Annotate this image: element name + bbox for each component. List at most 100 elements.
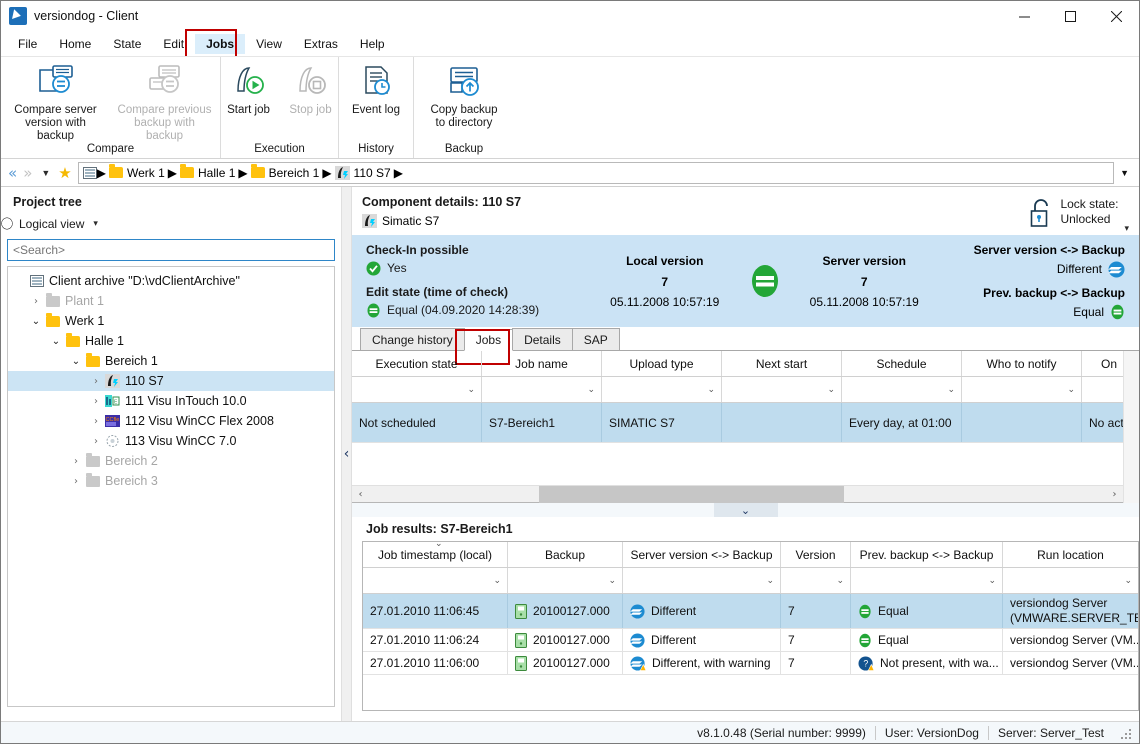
breadcrumb-item-halle1[interactable]: Halle 1: [177, 164, 238, 180]
menu-item-state[interactable]: State: [102, 34, 152, 54]
scroll-right-icon[interactable]: ›: [1106, 489, 1123, 500]
tree-expander[interactable]: ›: [88, 436, 104, 447]
breadcrumb-separator-icon[interactable]: ▶: [238, 166, 247, 180]
filter-caret-icon[interactable]: ⌄: [836, 576, 844, 586]
tree-expander[interactable]: ›: [68, 456, 84, 467]
archive-list-icon[interactable]: [82, 166, 97, 179]
column-header-who-to-notify[interactable]: Who to notify: [962, 351, 1082, 376]
scroll-left-icon[interactable]: ‹: [352, 489, 369, 500]
tree-item-plant-1[interactable]: › Plant 1: [8, 291, 334, 311]
jobs-grid-vertical-scrollbar[interactable]: [1123, 351, 1139, 503]
jobs-grid-horizontal-scrollbar[interactable]: ‹ ›: [352, 485, 1123, 503]
table-row[interactable]: 27.01.2010 11:06:45 20100127.000 Differe…: [363, 594, 1138, 629]
filter-caret-icon[interactable]: ⌄: [766, 576, 774, 586]
breadcrumb-item-bereich1[interactable]: Bereich 1: [248, 164, 323, 180]
scrollbar-thumb[interactable]: [539, 485, 844, 503]
start-job-button[interactable]: Start job: [218, 61, 280, 117]
column-header-version[interactable]: Version: [781, 542, 851, 567]
column-header-next-start[interactable]: Next start: [722, 351, 842, 376]
collapse-left-panel-icon[interactable]: ‹: [344, 446, 350, 462]
table-row[interactable]: 27.01.2010 11:06:00 20100127.000 Differe…: [363, 652, 1138, 675]
breadcrumb[interactable]: ▶ Werk 1 ▶ Halle 1 ▶ Bereich 1 ▶ 110 S7 …: [77, 161, 1115, 184]
resize-gripper-icon[interactable]: [1119, 727, 1131, 739]
minimize-button[interactable]: [1001, 1, 1047, 32]
column-header-job-name[interactable]: Job name: [482, 351, 602, 376]
nav-history-caret-icon[interactable]: ▼: [35, 168, 56, 178]
tree-expander[interactable]: ›: [88, 376, 104, 387]
breadcrumb-item-werk1[interactable]: Werk 1: [106, 164, 168, 180]
favorites-star-icon[interactable]: ★: [56, 164, 77, 182]
compare-server-version-with-backup-button[interactable]: Compare server version with backup: [2, 61, 110, 143]
filter-caret-icon[interactable]: ⌄: [1124, 576, 1132, 586]
tree-item-halle-1[interactable]: ⌄ Halle 1: [8, 331, 334, 351]
tab-details[interactable]: Details: [512, 328, 573, 350]
menu-item-extras[interactable]: Extras: [293, 34, 349, 54]
search-input[interactable]: [7, 239, 335, 261]
breadcrumb-separator-icon[interactable]: ▶: [97, 166, 106, 180]
tree-item-110-s7[interactable]: › 110 S7: [8, 371, 334, 391]
filter-caret-icon[interactable]: ⌄: [493, 576, 501, 586]
tree-expander[interactable]: ›: [28, 296, 44, 307]
compare-previous-backup-with-backup-button[interactable]: Compare previous backup with backup: [110, 61, 220, 143]
tab-sap[interactable]: SAP: [571, 328, 620, 350]
panel-collapser[interactable]: ⌄: [352, 503, 1139, 517]
tree-expander[interactable]: ⌄: [28, 316, 44, 327]
menu-item-edit[interactable]: Edit: [152, 34, 195, 54]
tree-item-111-visu-intouch[interactable]: › E 111 Visu InTouch 10.0: [8, 391, 334, 411]
tree-item-113-visu-wincc[interactable]: › 113 Visu WinCC 7.0: [8, 431, 334, 451]
project-tree[interactable]: Client archive "D:\vdClientArchive" › Pl…: [7, 266, 335, 707]
tab-jobs[interactable]: Jobs: [463, 329, 514, 351]
stop-job-button[interactable]: Stop job: [280, 61, 342, 117]
menu-item-file[interactable]: File: [7, 34, 48, 54]
column-header-on[interactable]: On: [1082, 351, 1123, 376]
column-header-upload-type[interactable]: Upload type: [602, 351, 722, 376]
maximize-button[interactable]: [1047, 1, 1093, 32]
breadcrumb-item-110-s7[interactable]: 110 S7: [332, 165, 394, 180]
column-header-job-timestamp[interactable]: Job timestamp (local) ⌄: [363, 542, 508, 567]
table-row[interactable]: Not scheduled S7-Bereich1 SIMATIC S7 Eve…: [352, 403, 1123, 443]
filter-caret-icon[interactable]: ⌄: [608, 576, 616, 586]
breadcrumb-separator-icon[interactable]: ▶: [394, 166, 403, 180]
column-header-execution-state[interactable]: Execution state: [352, 351, 482, 376]
breadcrumb-separator-icon[interactable]: ▶: [168, 166, 177, 180]
nav-forward-icon[interactable]: »: [20, 164, 35, 182]
breadcrumb-separator-icon[interactable]: ▶: [322, 166, 331, 180]
breadcrumb-dropdown-icon[interactable]: ▼: [1114, 168, 1135, 178]
nav-back-icon[interactable]: «: [5, 164, 20, 182]
filter-caret-icon[interactable]: ⌄: [1067, 385, 1075, 395]
event-log-button[interactable]: Event log: [345, 61, 407, 117]
tab-change-history[interactable]: Change history: [360, 328, 465, 350]
menu-item-jobs[interactable]: Jobs: [195, 34, 246, 54]
column-header-server-version-backup[interactable]: Server version <-> Backup: [623, 542, 781, 567]
job-results-grid[interactable]: Job timestamp (local) ⌄ Backup Server ve…: [362, 541, 1139, 711]
tree-item-client-archive[interactable]: Client archive "D:\vdClientArchive": [8, 271, 334, 291]
collapse-toggle-button[interactable]: ⌄: [713, 503, 778, 517]
filter-caret-icon[interactable]: ⌄: [707, 385, 715, 395]
menu-item-help[interactable]: Help: [349, 34, 396, 54]
filter-caret-icon[interactable]: ⌄: [947, 385, 955, 395]
filter-caret-icon[interactable]: ⌄: [827, 385, 835, 395]
filter-caret-icon[interactable]: ⌄: [467, 385, 475, 395]
tree-expander[interactable]: ›: [88, 416, 104, 427]
tree-expander[interactable]: ⌄: [48, 336, 64, 347]
tree-item-112-visu-wincc-flex[interactable]: › CCfle 112 Visu WinCC Flex 2008: [8, 411, 334, 431]
close-button[interactable]: [1093, 1, 1139, 32]
menu-item-view[interactable]: View: [245, 34, 293, 54]
filter-caret-icon[interactable]: ⌄: [988, 576, 996, 586]
column-header-prev-backup-backup[interactable]: Prev. backup <-> Backup: [851, 542, 1003, 567]
tree-expander[interactable]: ⌄: [68, 356, 84, 367]
filter-caret-icon[interactable]: ⌄: [587, 385, 595, 395]
tree-item-bereich-1[interactable]: ⌄ Bereich 1: [8, 351, 334, 371]
tree-expander[interactable]: ›: [68, 476, 84, 487]
copy-backup-to-directory-button[interactable]: Copy backup to directory: [418, 61, 510, 130]
tree-item-bereich-3[interactable]: › Bereich 3: [8, 471, 334, 491]
table-row[interactable]: 27.01.2010 11:06:24 20100127.000 Differe…: [363, 629, 1138, 652]
tree-item-bereich-2[interactable]: › Bereich 2: [8, 451, 334, 471]
column-header-schedule[interactable]: Schedule: [842, 351, 962, 376]
tree-item-werk-1[interactable]: ⌄ Werk 1: [8, 311, 334, 331]
chevron-down-icon[interactable]: ▾: [1124, 223, 1129, 235]
lock-state-widget[interactable]: Lock state: Unlocked ▾: [1028, 195, 1129, 235]
panel-splitter[interactable]: ‹: [341, 187, 352, 721]
column-header-backup[interactable]: Backup: [508, 542, 623, 567]
jobs-grid[interactable]: Execution state Job name Upload type Nex…: [352, 351, 1123, 503]
